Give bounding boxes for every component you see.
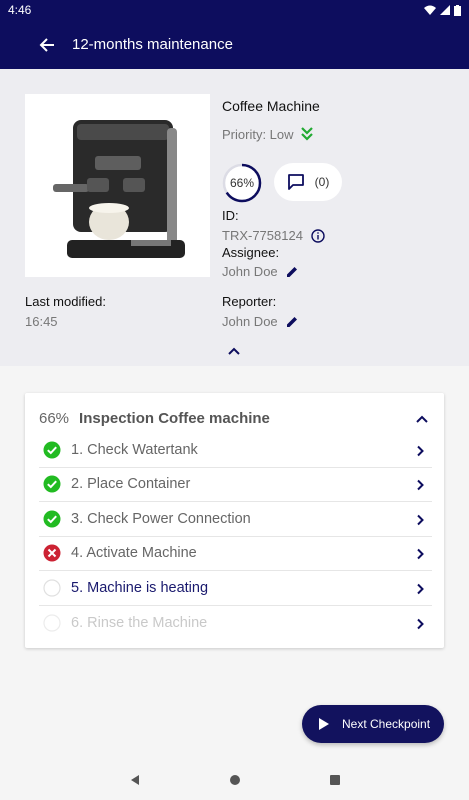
signal-icon	[440, 5, 450, 15]
assignee-value: John Doe	[222, 264, 278, 279]
chevron-right-icon	[414, 478, 426, 491]
error-circle-icon	[43, 544, 61, 562]
id-value: TRX-7758124	[222, 228, 303, 243]
app-bar: 12-months maintenance	[0, 20, 469, 69]
chevron-up-icon	[228, 347, 240, 355]
system-nav-bar	[0, 760, 469, 800]
priority-label: Priority: Low	[222, 126, 294, 142]
nav-back-icon[interactable]	[129, 774, 141, 786]
empty-circle-icon	[43, 579, 61, 597]
back-button[interactable]	[32, 30, 62, 60]
id-label: ID:	[222, 208, 239, 223]
priority-low-icon	[300, 127, 313, 141]
inspection-card: 66% Inspection Coffee machine 1. Check W…	[25, 393, 444, 648]
assignee-row: John Doe	[222, 264, 299, 279]
reporter-row: John Doe	[222, 314, 299, 329]
arrow-left-icon	[39, 37, 54, 52]
task-row[interactable]: 1. Check Watertank	[39, 433, 432, 468]
machine-photo	[25, 94, 210, 277]
status-bar: 4:46	[0, 0, 469, 20]
coffee-machine-image	[25, 94, 210, 277]
inspection-title: Inspection Coffee machine	[79, 410, 270, 427]
assignee-label: Assignee:	[222, 245, 280, 260]
check-circle-icon	[43, 510, 61, 528]
machine-header: Coffee Machine Priority: Low 66% (0) ID:…	[0, 69, 469, 366]
edit-reporter-icon[interactable]	[286, 315, 299, 328]
nav-home-icon[interactable]	[229, 774, 241, 786]
chevron-right-icon	[414, 547, 426, 560]
collapse-header-button[interactable]	[224, 341, 244, 361]
edit-assignee-icon[interactable]	[286, 265, 299, 278]
reporter-value: John Doe	[222, 314, 278, 329]
machine-name: Coffee Machine	[222, 98, 320, 114]
comments-count: (0)	[314, 175, 330, 189]
next-checkpoint-button[interactable]: Next Checkpoint	[302, 705, 444, 743]
next-checkpoint-label: Next Checkpoint	[342, 717, 431, 731]
comment-icon	[287, 174, 304, 190]
reporter-label: Reporter:	[222, 294, 277, 309]
task-row[interactable]: 5. Machine is heating	[39, 571, 432, 606]
wifi-icon	[424, 5, 436, 15]
task-label: 3. Check Power Connection	[71, 510, 251, 527]
task-row[interactable]: 2. Place Container	[39, 468, 432, 502]
task-label: 5. Machine is heating	[71, 579, 209, 596]
play-icon	[319, 718, 329, 730]
inspection-percent: 66%	[39, 410, 70, 427]
chevron-right-icon	[414, 617, 426, 629]
progress-indicator: 66%	[222, 163, 262, 203]
last-modified-label: Last modified:	[25, 294, 106, 309]
progress-percent: 66%	[229, 176, 255, 190]
info-icon[interactable]	[311, 228, 325, 243]
battery-icon	[454, 4, 461, 16]
task-label: 6. Rinse the Machine	[71, 614, 208, 631]
page-title: 12-months maintenance	[72, 36, 233, 53]
inspection-header[interactable]: 66% Inspection Coffee machine	[39, 410, 270, 427]
task-label: 4. Activate Machine	[71, 545, 197, 562]
chevron-right-icon	[414, 513, 426, 525]
task-row[interactable]: 6. Rinse the Machine	[39, 606, 432, 641]
id-row: TRX-7758124	[222, 228, 325, 243]
last-modified-value: 16:45	[25, 314, 58, 329]
task-label: 1. Check Watertank	[71, 441, 198, 458]
nav-recents-icon[interactable]	[329, 774, 341, 786]
chevron-right-icon	[414, 444, 426, 456]
chevron-right-icon	[414, 582, 426, 594]
priority: Priority: Low	[222, 126, 314, 142]
empty-circle-icon	[43, 614, 61, 632]
chevron-up-icon[interactable]	[414, 411, 430, 427]
task-row[interactable]: 4. Activate Machine	[39, 537, 432, 571]
task-row[interactable]: 3. Check Power Connection	[39, 502, 432, 537]
comments-button[interactable]: (0)	[274, 163, 342, 201]
clock: 4:46	[8, 3, 32, 17]
task-list: 1. Check Watertank 2. Place Container 3. C…	[39, 433, 432, 640]
check-circle-icon	[43, 475, 61, 493]
task-label: 2. Place Container	[71, 476, 191, 493]
check-circle-icon	[43, 441, 61, 459]
